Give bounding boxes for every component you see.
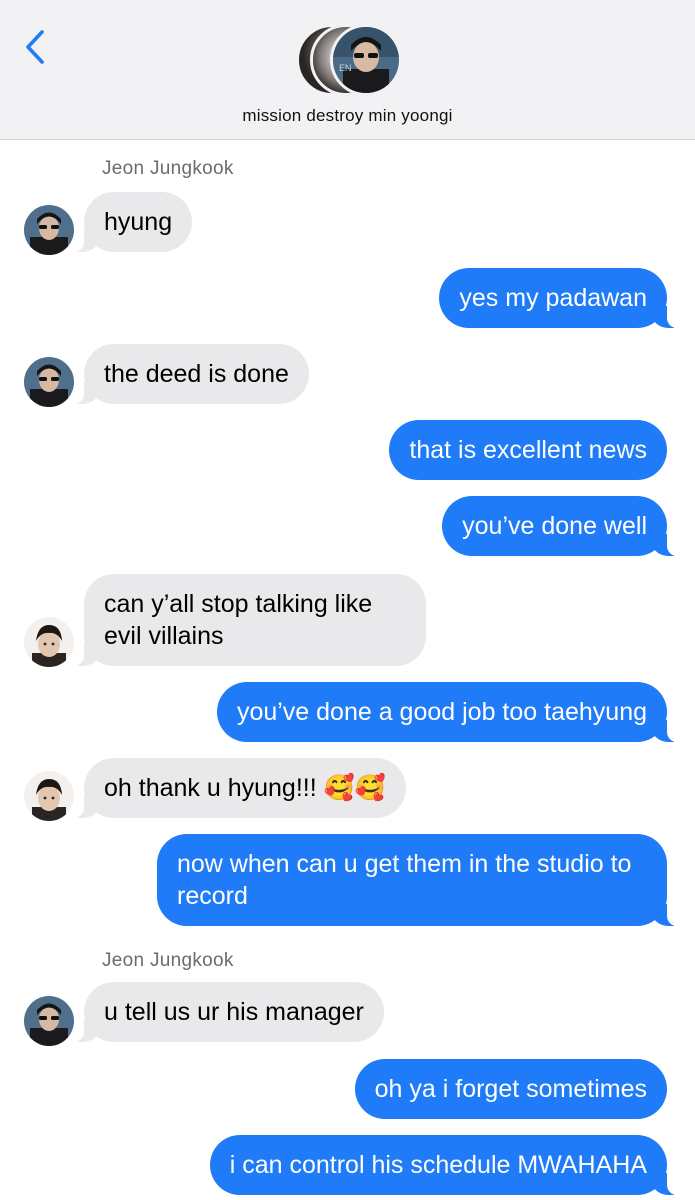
taehyung-avatar[interactable] [24,771,74,821]
member-avatar: EN [330,24,402,96]
message-outgoing[interactable]: now when can u get them in the studio to… [157,834,677,926]
message-text: can y’all stop talking like evil villain… [104,590,373,650]
message-incoming[interactable]: oh thank u hyung!!! 🥰🥰 [74,758,406,818]
taehyung-avatar-image [24,617,74,667]
message-outgoing[interactable]: you’ve done well [442,496,677,556]
message-outgoing[interactable]: oh ya i forget sometimes [354,1059,667,1119]
svg-text:EN: EN [339,63,352,73]
message-text: you’ve done well [462,512,647,540]
message-text: you’ve done a good job too taehyung [236,698,647,726]
message-text: i can control his schedule MWAHAHA [229,1151,647,1179]
message-outgoing[interactable]: that is excellent news [389,420,667,480]
sender-name: Jeon Jungkook [102,158,234,179]
message-incoming[interactable]: hyung [73,192,193,252]
back-button[interactable] [22,28,52,66]
jungkook-avatar[interactable] [24,357,74,407]
message-text: that is excellent news [409,436,647,464]
message-text: u tell us ur his manager [104,998,364,1026]
conversation-header: EN mission destroy min yoongi [0,0,695,140]
chevron-left-icon [26,30,44,64]
jungkook-avatar[interactable] [24,996,74,1046]
jungkook-avatar-image [24,996,74,1046]
message-text: now when can u get them in the studio to… [177,850,632,910]
message-text: oh thank u hyung!!! 🥰🥰 [104,774,386,802]
message-outgoing[interactable]: you’ve done a good job too taehyung [216,682,678,742]
message-incoming[interactable]: the deed is done [74,344,309,404]
group-avatar-stack[interactable]: EN [296,24,402,96]
jungkook-avatar[interactable] [24,205,74,255]
sender-name: Jeon Jungkook [102,950,234,971]
message-text: yes my padawan [459,284,647,312]
message-text: the deed is done [104,360,289,388]
message-text: oh ya i forget sometimes [374,1075,647,1103]
message-text: hyung [104,208,173,236]
message-incoming[interactable]: u tell us ur his manager [74,982,384,1042]
jungkook-avatar-image [24,205,74,255]
taehyung-avatar-image [24,771,74,821]
group-title[interactable]: mission destroy min yoongi [0,106,695,126]
message-outgoing[interactable]: yes my padawan [439,268,677,328]
jungkook-avatar-image [24,357,74,407]
message-outgoing[interactable]: i can control his schedule MWAHAHA [209,1135,678,1195]
message-incoming[interactable]: can y’all stop talking like evil villain… [74,574,426,666]
taehyung-avatar[interactable] [24,617,74,667]
